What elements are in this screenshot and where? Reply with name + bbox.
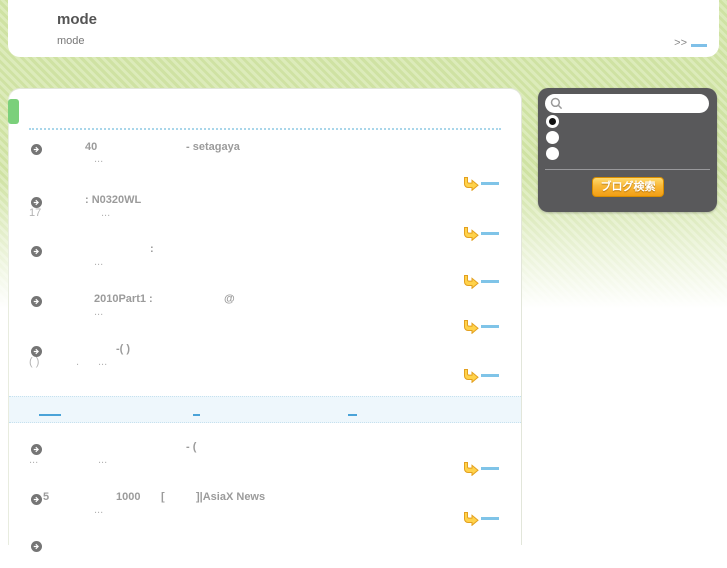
result-title-part[interactable]: : bbox=[150, 243, 154, 255]
arrow-circle-icon bbox=[31, 492, 42, 505]
result-item: -( ) bbox=[9, 343, 521, 373]
results-card: 40 - setagaya ... : N0320WL 17 ... : ...… bbox=[8, 88, 522, 552]
dotted-separator bbox=[29, 128, 501, 130]
curved-arrow-icon bbox=[464, 227, 479, 242]
search-box[interactable] bbox=[545, 94, 709, 113]
result-title-part[interactable]: 5 bbox=[43, 491, 49, 503]
result-title-part[interactable]: - setagaya bbox=[186, 141, 240, 153]
read-more-underline[interactable] bbox=[481, 467, 499, 470]
result-item: - ( bbox=[9, 441, 521, 471]
read-more-link[interactable] bbox=[462, 173, 499, 192]
band-link[interactable] bbox=[39, 414, 61, 416]
page-title: mode bbox=[57, 11, 98, 28]
arrow-circle-icon bbox=[31, 195, 42, 208]
search-input[interactable] bbox=[567, 95, 707, 113]
arrow-circle-icon bbox=[31, 344, 42, 357]
result-title-part[interactable]: -( ) bbox=[116, 343, 130, 355]
curved-arrow-icon bbox=[464, 512, 479, 527]
snippet-text: ... bbox=[98, 356, 108, 368]
read-more-underline[interactable] bbox=[481, 374, 499, 377]
curved-arrow-icon bbox=[464, 275, 479, 290]
blog-search-button[interactable]: ブログ検索 bbox=[592, 177, 664, 197]
snippet-text: ... bbox=[29, 454, 39, 466]
header-card: mode mode >> bbox=[8, 0, 719, 57]
band-link[interactable] bbox=[193, 414, 200, 416]
snippet-text: ... bbox=[94, 256, 104, 268]
read-more-underline[interactable] bbox=[481, 280, 499, 283]
curved-arrow-icon bbox=[464, 177, 479, 192]
read-more-link[interactable] bbox=[462, 365, 499, 384]
result-item bbox=[9, 538, 521, 568]
search-scope-radio-3[interactable] bbox=[546, 147, 559, 160]
arrow-circle-icon bbox=[31, 442, 42, 455]
band-link[interactable] bbox=[348, 414, 357, 416]
snippet-text: ... bbox=[94, 306, 104, 318]
read-more-link[interactable] bbox=[462, 223, 499, 242]
green-tab-marker bbox=[8, 99, 19, 124]
snippet-text: ( ) bbox=[29, 356, 40, 368]
read-more-underline[interactable] bbox=[481, 232, 499, 235]
curved-arrow-icon bbox=[464, 320, 479, 335]
header-more-label: >> bbox=[674, 37, 687, 49]
highlight-band bbox=[9, 396, 521, 423]
result-title-part[interactable]: 40 bbox=[85, 141, 97, 153]
snippet-text: ... bbox=[101, 207, 111, 219]
snippet-text: . bbox=[76, 356, 80, 368]
read-more-underline[interactable] bbox=[481, 517, 499, 520]
result-title-part[interactable]: ]|AsiaX News bbox=[196, 491, 265, 503]
curved-arrow-icon bbox=[464, 369, 479, 384]
read-more-link[interactable] bbox=[462, 458, 499, 477]
snippet-text: 17 bbox=[29, 207, 42, 219]
page-subtitle: mode bbox=[57, 35, 85, 47]
result-item: : N0320WL bbox=[9, 194, 521, 224]
magnifier-icon bbox=[550, 97, 563, 110]
result-title-part[interactable]: - ( bbox=[186, 441, 196, 453]
read-more-underline[interactable] bbox=[481, 325, 499, 328]
result-title-part[interactable]: 1000 bbox=[116, 491, 140, 503]
result-item: 5 1000 [ ]|AsiaX News bbox=[9, 491, 521, 521]
snippet-text: ... bbox=[98, 454, 108, 466]
snippet-text: ... bbox=[94, 504, 104, 516]
search-scope-radio-1[interactable] bbox=[546, 115, 559, 128]
result-item: : bbox=[9, 243, 521, 273]
result-title-part[interactable]: 2010Part1 : bbox=[94, 293, 153, 305]
result-title-part[interactable]: : N0320WL bbox=[85, 194, 141, 206]
search-scope-radio-2[interactable] bbox=[546, 131, 559, 144]
read-more-underline[interactable] bbox=[481, 182, 499, 185]
curved-arrow-icon bbox=[464, 462, 479, 477]
arrow-circle-icon bbox=[31, 142, 42, 155]
panel-divider bbox=[545, 169, 710, 170]
read-more-link[interactable] bbox=[462, 508, 499, 527]
result-item: 2010Part1 : @ bbox=[9, 293, 521, 323]
result-item: 40 - setagaya bbox=[9, 141, 521, 171]
header-more-link[interactable] bbox=[691, 44, 707, 47]
page: { "page": { "bg_green": "#cfe2a3", "acce… bbox=[0, 0, 727, 552]
arrow-circle-icon bbox=[31, 294, 42, 307]
result-title-part[interactable]: [ bbox=[161, 491, 165, 503]
snippet-text: ... bbox=[94, 153, 104, 165]
result-title-part[interactable]: @ bbox=[224, 293, 235, 305]
blog-search-panel: ブログ検索 bbox=[538, 88, 717, 212]
read-more-link[interactable] bbox=[462, 316, 499, 335]
header-more: >> bbox=[674, 37, 707, 49]
read-more-link[interactable] bbox=[462, 271, 499, 290]
arrow-circle-icon bbox=[31, 244, 42, 257]
